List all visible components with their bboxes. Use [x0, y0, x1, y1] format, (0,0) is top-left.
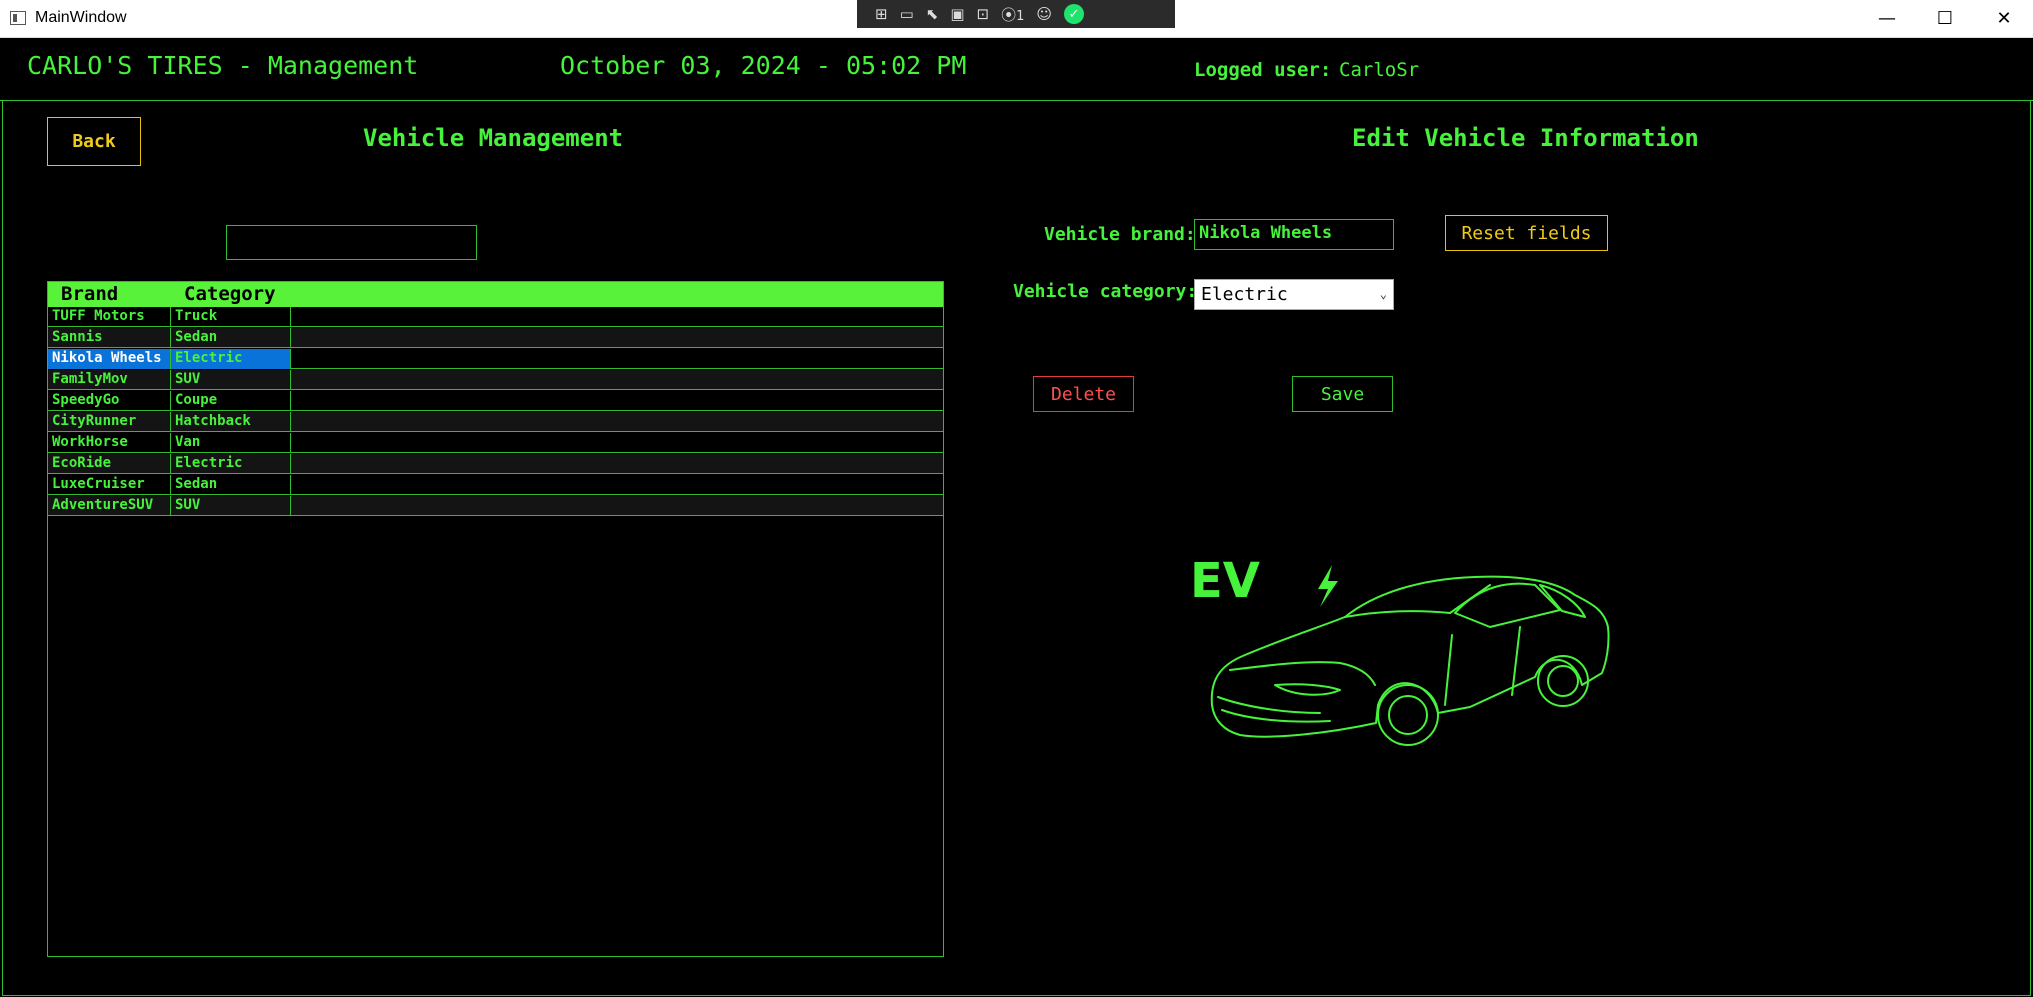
table-row[interactable]: EcoRide Electric — [48, 454, 943, 474]
hood-line — [1229, 661, 1376, 686]
table-row[interactable]: Sannis Sedan — [48, 328, 943, 348]
track-focus-icon[interactable]: ⊡ — [977, 5, 990, 23]
cell-category[interactable]: Coupe — [171, 391, 291, 411]
close-button[interactable]: ✕ — [1975, 0, 2033, 37]
current-datetime: October 03, 2024 - 05:02 PM — [560, 51, 967, 80]
cell-category[interactable]: Sedan — [171, 475, 291, 495]
table-row[interactable]: AdventureSUV SUV — [48, 496, 943, 516]
save-button[interactable]: Save — [1292, 376, 1393, 412]
table-row[interactable]: CityRunner Hatchback — [48, 412, 943, 432]
back-button[interactable]: Back — [47, 117, 141, 166]
table-row[interactable]: TUFF Motors Truck — [48, 307, 943, 327]
ev-logo-text: EV — [1190, 555, 1260, 609]
column-header-brand[interactable]: Brand — [61, 282, 118, 307]
cell-category[interactable]: Van — [171, 433, 291, 453]
app-title: CARLO'S TIRES - Management — [27, 51, 419, 80]
logged-user-name: CarloSr — [1339, 59, 1420, 81]
vehicle-management-title: Vehicle Management — [363, 124, 624, 152]
cell-brand[interactable]: LuxeCruiser — [48, 475, 171, 495]
lightning-bolt-icon — [1318, 565, 1338, 607]
front-rim — [1388, 695, 1428, 735]
cell-brand[interactable]: EcoRide — [48, 454, 171, 474]
grid-header: Brand Category — [48, 282, 943, 307]
table-row[interactable]: FamilyMov SUV — [48, 370, 943, 390]
cell-category[interactable]: Electric — [171, 349, 291, 369]
app-header: CARLO'S TIRES - Management October 03, 2… — [0, 38, 2033, 101]
cell-category[interactable]: Hatchback — [171, 412, 291, 432]
cell-brand[interactable]: CityRunner — [48, 412, 171, 432]
cell-brand[interactable]: Nikola Wheels — [48, 349, 171, 369]
layout-adorner-icon[interactable]: ▣ — [950, 5, 964, 23]
window-icon — [10, 11, 26, 25]
delete-button[interactable]: Delete — [1033, 376, 1134, 412]
vehicle-grid[interactable]: Brand Category TUFF Motors Truck Sannis Sed… — [47, 281, 944, 957]
edit-vehicle-title: Edit Vehicle Information — [1352, 124, 1699, 152]
cell-category[interactable]: Truck — [171, 307, 291, 327]
cell-brand[interactable]: AdventureSUV — [48, 496, 171, 516]
front-wheel — [1377, 684, 1439, 746]
live-tree-icon[interactable]: ⊞ — [875, 5, 888, 23]
accessibility-icon[interactable]: ☺ — [1036, 5, 1052, 23]
window-title: MainWindow — [35, 9, 127, 26]
headlight — [1274, 683, 1341, 696]
car-body-outline — [1210, 575, 1610, 738]
cell-brand[interactable]: FamilyMov — [48, 370, 171, 390]
table-row[interactable]: Nikola Wheels Electric — [48, 349, 943, 369]
minimize-button[interactable]: — — [1858, 0, 1916, 37]
maximize-button[interactable]: ☐ — [1916, 0, 1974, 37]
vehicle-brand-label: Vehicle brand: — [1044, 224, 1196, 245]
table-row[interactable]: LuxeCruiser Sedan — [48, 475, 943, 495]
vehicle-category-select[interactable]: Electric ⌄ — [1194, 279, 1394, 310]
xaml-debug-toolbar: ⊞ ▭ ⬉ ▣ ⊡ ⦿1 ☺ ✓ — [857, 0, 1175, 28]
search-input[interactable] — [226, 225, 477, 260]
cell-brand[interactable]: SpeedyGo — [48, 391, 171, 411]
reset-fields-button[interactable]: Reset fields — [1445, 215, 1608, 251]
table-row[interactable]: WorkHorse Van — [48, 433, 943, 453]
select-element-icon[interactable]: ⬉ — [926, 5, 939, 23]
door-line — [1444, 626, 1521, 706]
record-icon[interactable]: ▭ — [900, 5, 914, 23]
vehicle-category-label: Vehicle category: — [1013, 281, 1198, 302]
chevron-down-icon: ⌄ — [1379, 287, 1387, 301]
cell-brand[interactable]: TUFF Motors — [48, 307, 171, 327]
vehicle-brand-input[interactable]: Nikola Wheels — [1194, 219, 1394, 250]
cell-category[interactable]: Electric — [171, 454, 291, 474]
logged-user-label: Logged user: — [1194, 59, 1332, 81]
cell-category[interactable]: SUV — [171, 370, 291, 390]
table-row[interactable]: SpeedyGo Coupe — [48, 391, 943, 411]
vehicle-category-value: Electric — [1201, 284, 1288, 305]
binding-failures-icon[interactable]: ⦿1 — [1001, 4, 1024, 25]
cell-brand[interactable]: Sannis — [48, 328, 171, 348]
rear-rim — [1547, 665, 1579, 697]
cell-category[interactable]: SUV — [171, 496, 291, 516]
cell-brand[interactable]: WorkHorse — [48, 433, 171, 453]
ev-car-illustration: EV — [1190, 555, 1610, 746]
grille — [1217, 696, 1331, 723]
column-header-category[interactable]: Category — [184, 282, 276, 307]
check-icon[interactable]: ✓ — [1064, 4, 1085, 24]
cell-category[interactable]: Sedan — [171, 328, 291, 348]
